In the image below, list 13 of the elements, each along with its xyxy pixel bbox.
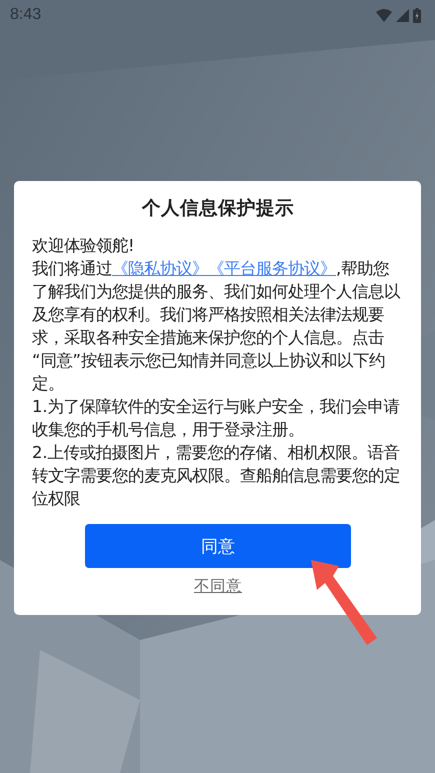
decline-link[interactable]: 不同意 [194, 576, 242, 597]
battery-icon [413, 8, 421, 22]
signal-icon [396, 8, 409, 22]
wifi-icon [376, 8, 392, 22]
body-paragraph: 我们将通过《隐私协议》《平台服务协议》,帮助您了解我们为您提供的服务、我们如何处理个人信息以及您享有的权利。我们将严格按照相关法律法规要求，采取各种安全措施来保护您的个人信息。点击 “同意”按钮表示您已知情并同意以上协议和以下约定。 [32, 258, 402, 395]
status-time: 8:43 [10, 6, 42, 24]
dialog-title: 个人信息保护提示 [140, 197, 295, 220]
agreement-link[interactable]: 《平台服务协议》 [208, 259, 336, 278]
agreement-link[interactable]: 《隐私协议》 [112, 259, 208, 278]
body-text: 1.为了保障软件的安全运行与账户安全，我们会申请收集您的手机号信息，用于登录注册。 [32, 396, 401, 441]
agree-button[interactable]: 同意 [85, 524, 351, 568]
body-text: 2.上传或拍摄图片，需要您的存储、相机权限。语音转文字需要您的麦克风权限。查船舶信息需要您的定位权限 [32, 442, 401, 510]
body-text: 欢迎体验领舵! [32, 235, 136, 257]
